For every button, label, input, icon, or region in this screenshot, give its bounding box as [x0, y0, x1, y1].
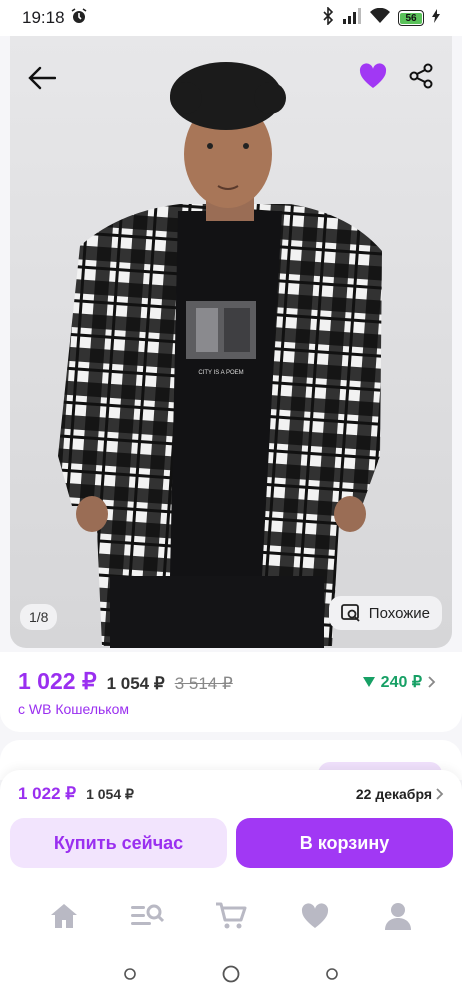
- back-arrow-icon: [28, 66, 56, 90]
- price-main: 1 022 ₽: [18, 668, 97, 694]
- similar-label: Похожие: [368, 604, 430, 622]
- battery-icon: 56: [398, 10, 424, 26]
- share-icon: [409, 63, 433, 89]
- home-nav-icon[interactable]: [222, 965, 240, 983]
- price-old: 3 514 ₽: [174, 674, 233, 693]
- battery-level: 56: [400, 12, 422, 24]
- system-nav-bar: [0, 948, 462, 1000]
- chevron-right-icon: [436, 788, 444, 800]
- tab-home[interactable]: [44, 896, 84, 936]
- wallet-label: с WB Кошельком: [18, 701, 129, 717]
- delivery-date: 22 декабря: [355, 786, 432, 802]
- status-bar: 19:18 56: [0, 0, 462, 36]
- delivery-date-button[interactable]: 22 декабря: [356, 786, 444, 802]
- sticky-price-secondary: 1 054 ₽: [86, 786, 134, 802]
- charging-icon: [432, 8, 440, 28]
- back-button[interactable]: [22, 58, 62, 98]
- profile-icon: [385, 903, 412, 930]
- tab-catalog[interactable]: [127, 896, 167, 936]
- tab-cart[interactable]: [211, 896, 251, 936]
- tshirt-print-text: CITY IS A POEM: [198, 370, 243, 376]
- price-history-button[interactable]: 240 ₽: [362, 672, 436, 692]
- add-to-cart-button[interactable]: В корзину: [236, 818, 453, 868]
- tab-favorites[interactable]: [295, 896, 335, 936]
- share-button[interactable]: [401, 56, 441, 96]
- similar-button[interactable]: Похожие: [328, 596, 442, 630]
- sticky-price-main: 1 022 ₽: [18, 784, 77, 803]
- chevron-right-icon: [428, 676, 436, 688]
- price-secondary: 1 054 ₽: [106, 674, 165, 693]
- price-delta: 240 ₽: [380, 674, 422, 691]
- home-icon: [50, 904, 77, 928]
- triangle-down-icon: [362, 677, 375, 687]
- bluetooth-icon: [322, 5, 334, 30]
- product-gallery[interactable]: CITY IS A POEM 1/8 Похожие: [10, 36, 452, 648]
- back-nav-icon[interactable]: [325, 967, 339, 981]
- buy-now-button[interactable]: Купить сейчас: [10, 818, 227, 868]
- heart-icon: [301, 903, 328, 928]
- signal-icon: [342, 7, 362, 29]
- image-counter: 1/8: [20, 604, 58, 630]
- alarm-icon: [71, 7, 87, 29]
- favorite-button[interactable]: [353, 56, 393, 96]
- image-search-icon: [340, 604, 360, 622]
- catalog-search-icon: [131, 904, 165, 925]
- cart-icon: [215, 902, 247, 929]
- recents-icon[interactable]: [123, 967, 137, 981]
- tab-profile[interactable]: [378, 896, 418, 936]
- heart-icon: [359, 63, 387, 88]
- wifi-icon: [370, 7, 390, 29]
- bottom-tab-bar: [0, 884, 462, 948]
- buy-panel: 1 022 ₽ 1 054 ₽ 22 декабря Купить сейчас…: [0, 770, 462, 884]
- price-block: 1 022 ₽ 1 054 ₽ 3 514 ₽ с WB Кошельком 2…: [0, 652, 462, 732]
- product-photo: CITY IS A POEM: [58, 62, 382, 648]
- status-time: 19:18: [22, 8, 65, 27]
